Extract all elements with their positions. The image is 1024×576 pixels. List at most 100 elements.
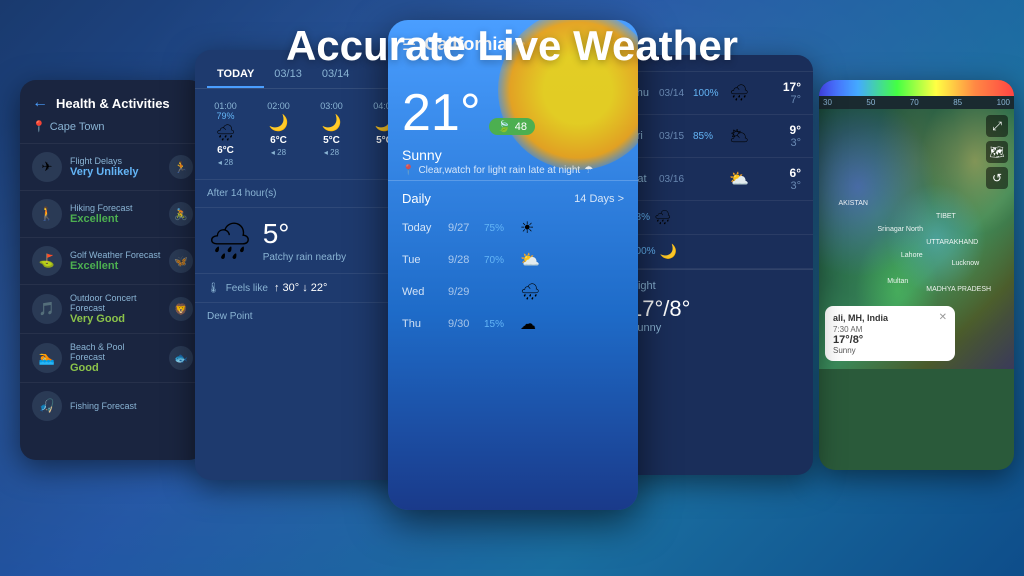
day-icon: ☀ <box>520 218 544 238</box>
activity-item: 🎣 Fishing Forecast <box>20 382 205 429</box>
weekly-forecast-card: Thu 03/14 100% 🌧 17° 7° Fri 03/15 85% 🌥 … <box>618 55 813 475</box>
label-85: 85 <box>953 98 962 107</box>
hourly-temp: 6°C <box>270 135 287 146</box>
days-link[interactable]: 14 Days > <box>574 193 624 205</box>
night-temp: 17°/8° <box>630 296 801 322</box>
rain-icon-extra: 🌧 <box>654 209 672 226</box>
activity-icon: 🚶 <box>32 199 62 229</box>
activity-text: Hiking Forecast Excellent <box>70 203 161 225</box>
popup-temp: 17°/8° <box>833 334 947 346</box>
weekly-temps: 17° 7° <box>783 80 801 106</box>
health-title: Health & Activities <box>56 96 170 111</box>
weekly-low: 7° <box>790 94 801 106</box>
daily-label: Daily <box>402 191 431 206</box>
night-section: Night 17°/8° Sunny <box>618 269 813 344</box>
weekly-weather-icon: ⛅ <box>729 169 751 189</box>
california-temp-section: 21° 🍃 48 Sunny 📍 Clear,watch for light r… <box>388 63 638 180</box>
activity-text: Fishing Forecast <box>70 401 193 411</box>
activity-item: ✈ Flight Delays Very Unlikely 🏃 <box>20 143 205 190</box>
map-place-label: Multan <box>887 278 908 285</box>
weekly-day-row: Thu 03/14 100% 🌧 17° 7° <box>618 72 813 115</box>
california-card: ☰ California • • • ⚙ 21° 🍃 48 Sunny 📍 Cl… <box>388 20 638 510</box>
california-alert: 📍 Clear,watch for light rain late at nig… <box>402 165 624 176</box>
weekly-weather-icon: 🌧 <box>729 83 751 103</box>
weekly-weather-icon: 🌥 <box>729 126 751 146</box>
label-100: 100 <box>997 98 1010 107</box>
activity-value: Excellent <box>70 213 161 225</box>
thermometer-icon: 🌡 <box>207 283 220 294</box>
day-name: Thu <box>402 318 442 330</box>
activity-value: Very Good <box>70 313 161 325</box>
map-place-label: AKISTAN <box>839 200 868 207</box>
activity-item: ⛳ Golf Weather Forecast Excellent 🦋 <box>20 237 205 284</box>
activity-extra-icon: 🦋 <box>169 249 193 273</box>
night-label: Night <box>630 280 801 292</box>
back-arrow-icon[interactable]: ← <box>32 94 48 112</box>
hourly-temp: 5°C <box>323 135 340 146</box>
umbrella-icon: ☂ <box>584 165 593 176</box>
map-place-label: Srinagar North <box>878 226 924 233</box>
night-condition: Sunny <box>630 322 801 334</box>
aqi-badge: 🍃 48 <box>489 118 535 135</box>
page-title: Accurate Live Weather <box>0 22 1024 70</box>
activity-icon: 🎣 <box>32 391 62 421</box>
hourly-grid: 01:00 79% 🌧 6°C ◂ 28 02:00 🌙 6°C ◂ 28 03… <box>195 89 415 179</box>
activity-text: Beach & Pool Forecast Good <box>70 342 161 374</box>
activity-value: Good <box>70 362 161 374</box>
activity-item: 🎵 Outdoor Concert Forecast Very Good 🦁 <box>20 284 205 333</box>
activity-extra-icon: 🚴 <box>169 202 193 226</box>
label-30: 30 <box>823 98 832 107</box>
daily-row: Thu 9/30 15% ☁ <box>388 308 638 340</box>
map-body: AKISTAN TIBET Srinagar North Lahore Multan UT… <box>819 109 1014 369</box>
hourly-forecast-card: TODAY 03/13 03/14 01:00 79% 🌧 6°C ◂ 28 0… <box>195 50 415 480</box>
hourly-time: 03:00 <box>320 101 343 111</box>
activity-label: Fishing Forecast <box>70 401 193 411</box>
weekly-high: 9° <box>790 123 801 137</box>
weekly-low: 3° <box>790 180 801 192</box>
weekly-day-date: 03/14 <box>659 88 689 99</box>
popup-close-button[interactable]: ✕ <box>939 312 947 323</box>
activity-extra-icon: 🏃 <box>169 155 193 179</box>
label-70: 70 <box>910 98 919 107</box>
daily-row: Tue 9/28 70% ⛅ <box>388 244 638 276</box>
weekly-day-row: Fri 03/15 85% 🌥 9° 3° <box>618 115 813 158</box>
map-place-label: MADHYA PRADESH <box>926 286 991 293</box>
day-name: Wed <box>402 286 442 298</box>
popup-condition: Sunny <box>833 346 947 355</box>
daily-forecast: Today 9/27 75% ☀ Tue 9/28 70% ⛅ Wed 9/29… <box>388 212 638 340</box>
popup-time: 7:30 AM <box>833 325 947 334</box>
map-color-labels: 30 50 70 85 100 <box>819 96 1014 109</box>
weekly-day-date: 03/15 <box>659 131 689 142</box>
map-expand-button[interactable]: ⤢ <box>986 115 1008 137</box>
daily-row: Today 9/27 75% ☀ <box>388 212 638 244</box>
map-place-label: TIBET <box>936 213 956 220</box>
map-refresh-button[interactable]: ↺ <box>986 167 1008 189</box>
map-layers-button[interactable]: 🗺 <box>986 141 1008 163</box>
activity-label: Beach & Pool Forecast <box>70 342 161 362</box>
activity-value: Very Unlikely <box>70 166 161 178</box>
map-place-label: Lahore <box>901 252 923 259</box>
day-icon: ☁ <box>520 314 544 334</box>
hourly-column: 03:00 🌙 5°C ◂ 28 <box>305 97 358 171</box>
weekly-pct: 85% <box>693 131 725 142</box>
hourly-pct: 79% <box>216 111 234 121</box>
activity-text: Flight Delays Very Unlikely <box>70 156 161 178</box>
weekly-high: 6° <box>790 166 801 180</box>
health-location: 📍 Cape Town <box>20 120 205 143</box>
map-place-label: UTTARAKHAND <box>926 239 978 246</box>
california-condition: Sunny <box>402 147 624 163</box>
health-header: ← Health & Activities <box>20 80 205 120</box>
hourly-temp: 6°C <box>217 145 234 156</box>
feels-temps: ↑ 30° ↓ 22° <box>274 282 327 294</box>
day-date: 9/30 <box>448 318 478 330</box>
activity-label: Flight Delays <box>70 156 161 166</box>
day-date: 9/29 <box>448 286 478 298</box>
weekly-temps: 9° 3° <box>790 123 801 149</box>
activity-icon: ⛳ <box>32 246 62 276</box>
day-date: 9/28 <box>448 254 478 266</box>
weekly-days: Thu 03/14 100% 🌧 17° 7° Fri 03/15 85% 🌥 … <box>618 72 813 201</box>
hourly-main-label: Patchy rain nearby <box>263 252 346 263</box>
hourly-weather-icon: 🌙 <box>322 113 342 133</box>
daily-header: Daily 14 Days > <box>388 180 638 212</box>
activity-label: Golf Weather Forecast <box>70 250 161 260</box>
